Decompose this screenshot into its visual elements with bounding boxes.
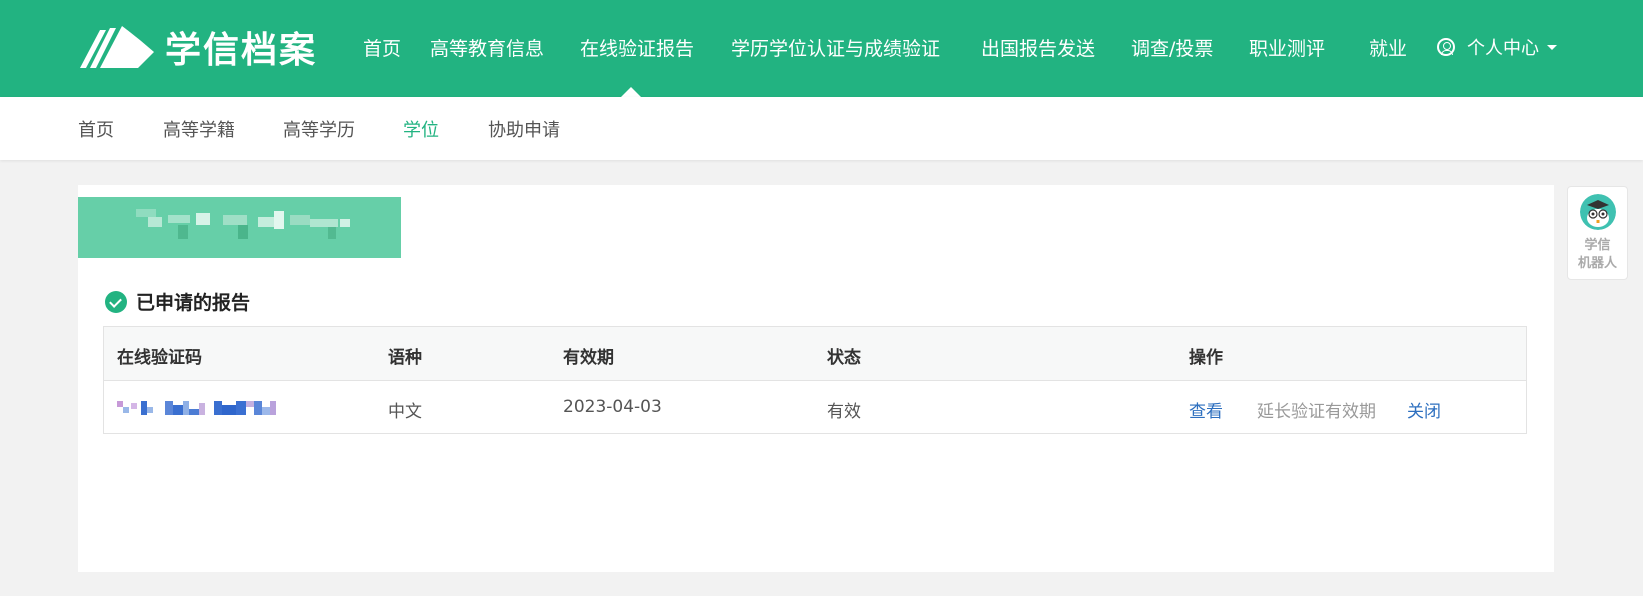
nav-career-assessment[interactable]: 职业测评 xyxy=(1249,34,1325,61)
user-center-label: 个人中心 xyxy=(1467,38,1539,59)
active-nav-indicator xyxy=(621,87,641,97)
nav-online-verification-report[interactable]: 在线验证报告 xyxy=(580,34,694,61)
subnav-student-status[interactable]: 高等学籍 xyxy=(163,116,235,142)
book-logo-icon xyxy=(80,26,154,68)
redacted-verification-code xyxy=(117,399,287,419)
close-report-link[interactable]: 关闭 xyxy=(1407,397,1441,422)
subnav-degree[interactable]: 学位 xyxy=(403,116,439,142)
nav-overseas-report[interactable]: 出国报告发送 xyxy=(981,34,1095,61)
cell-language: 中文 xyxy=(388,402,422,422)
chat-robot-widget[interactable]: 学信 机器人 xyxy=(1567,186,1628,280)
main-content-card: 已申请的报告 在线验证码 语种 有效期 状态 操作 中文 2023-04-03 … xyxy=(78,185,1554,572)
robot-label: 学信 机器人 xyxy=(1568,237,1627,273)
cell-status: 有效 xyxy=(827,402,861,422)
view-report-link[interactable]: 查看 xyxy=(1189,397,1223,422)
nav-employment[interactable]: 就业 xyxy=(1369,34,1407,61)
robot-avatar-icon xyxy=(1580,194,1616,230)
redacted-banner xyxy=(78,197,401,258)
robot-label-line2: 机器人 xyxy=(1577,256,1617,271)
column-header-expiry: 有效期 xyxy=(563,348,614,368)
chevron-down-icon xyxy=(1547,44,1557,50)
subnav-home[interactable]: 首页 xyxy=(78,116,114,142)
site-logo[interactable]: 学信档案 xyxy=(78,22,317,72)
nav-home[interactable]: 首页 xyxy=(363,34,401,61)
section-title-text: 已申请的报告 xyxy=(136,292,251,314)
subnav-assist-application[interactable]: 协助申请 xyxy=(488,116,560,142)
top-navigation-bar: 学信档案 首页 高等教育信息 在线验证报告 学历学位认证与成绩验证 出国报告发送… xyxy=(0,0,1643,97)
subnav-academic-record[interactable]: 高等学历 xyxy=(283,116,355,142)
extend-validity-link[interactable]: 延长验证有效期 xyxy=(1257,397,1376,422)
reports-table: 在线验证码 语种 有效期 状态 操作 中文 2023-04-03 有效 查看 延… xyxy=(103,326,1527,434)
column-header-language: 语种 xyxy=(388,348,422,368)
nav-higher-education-info[interactable]: 高等教育信息 xyxy=(430,34,544,61)
robot-label-line1: 学信 xyxy=(1584,238,1611,253)
nav-degree-certification[interactable]: 学历学位认证与成绩验证 xyxy=(731,34,940,61)
user-circle-icon xyxy=(1437,38,1455,56)
column-header-status: 状态 xyxy=(827,348,861,368)
table-header-row xyxy=(104,327,1526,381)
column-header-actions: 操作 xyxy=(1189,348,1223,368)
cell-expiry: 2023-04-03 xyxy=(563,397,662,417)
section-title: 已申请的报告 xyxy=(105,288,250,315)
sub-navigation-bar: 首页 高等学籍 高等学历 学位 协助申请 xyxy=(0,97,1643,160)
check-circle-icon xyxy=(105,290,127,313)
nav-survey-vote[interactable]: 调查/投票 xyxy=(1131,34,1213,61)
user-center-menu[interactable]: 个人中心 xyxy=(1437,34,1557,60)
logo-text: 学信档案 xyxy=(165,30,318,71)
column-header-code: 在线验证码 xyxy=(117,348,202,368)
